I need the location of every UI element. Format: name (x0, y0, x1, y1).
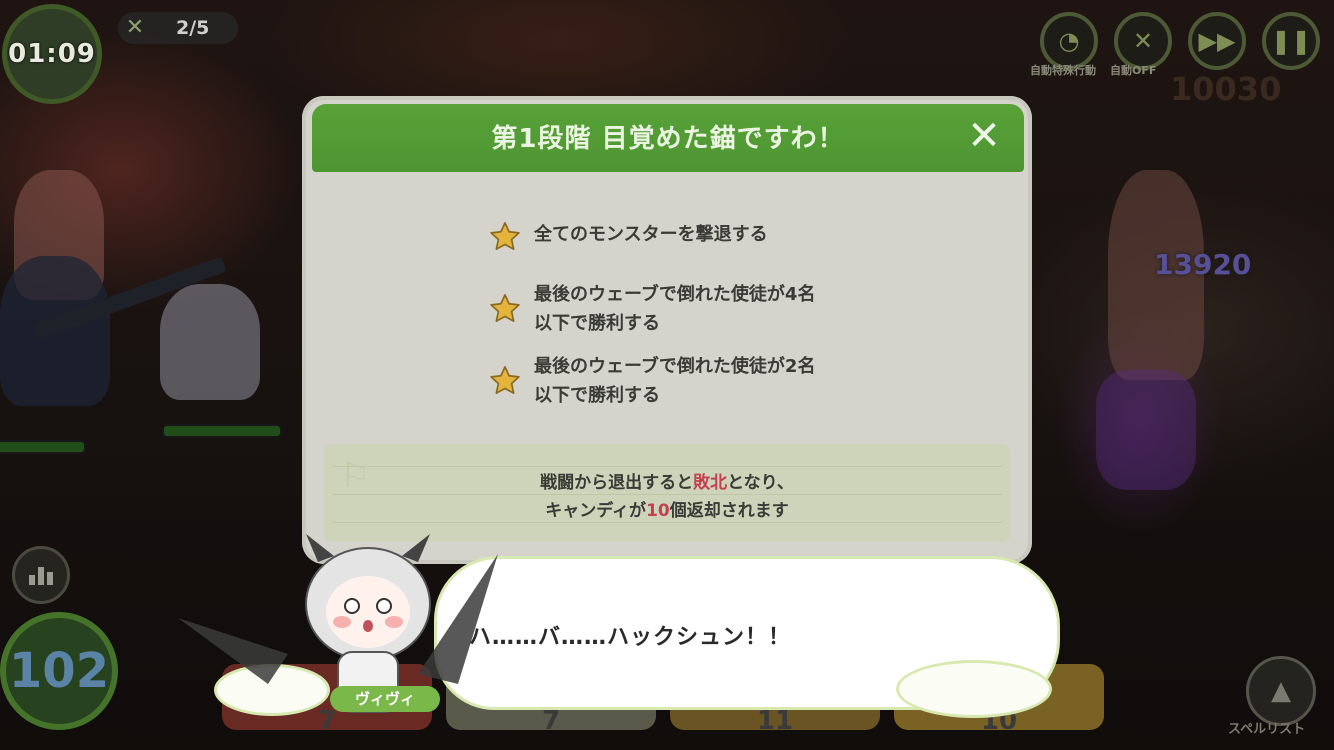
stopwatch-icon: ◔ (1058, 27, 1080, 55)
auto-toggle-label: 自動OFF (1110, 64, 1157, 77)
auto-special-label: 自動特殊行動 (1030, 64, 1096, 77)
mission-text: 最後のウェーブで倒れた使徒が4名 以下で勝利する (534, 284, 816, 334)
speed-button[interactable]: ▶▶ (1188, 12, 1246, 70)
retreat-notice: ⚐ 戦闘から退出すると敗北となり、 キャンディが10個返却されます (324, 444, 1010, 542)
mana-gauge: 102 (0, 612, 118, 730)
spell-list-button[interactable]: ▲ (1246, 656, 1316, 726)
swords-off-icon: ✕ (1132, 27, 1154, 55)
mission-dialog: 第1段階 目覚めた錨ですわ！ ✕ 全てのモンスターを撃退する 最後のウェーブで倒… (302, 96, 1032, 564)
witch-hat-icon: ▲ (1271, 676, 1291, 706)
wave-counter: ✕ 2/5 (118, 12, 238, 44)
notice-line-1: 戦闘から退出すると敗北となり、 (540, 473, 794, 493)
star-icon (490, 293, 520, 323)
dialog-title: 第1段階 目覚めた錨ですわ！ (491, 124, 845, 154)
fast-forward-icon: ▶▶ (1198, 27, 1236, 55)
pause-icon: ❚❚ (1270, 27, 1312, 55)
speech-text: ハ……バ……ハックシュン！！ (469, 625, 792, 650)
crossed-swords-icon: ✕ (125, 15, 145, 40)
stats-button[interactable] (12, 546, 70, 604)
pause-button[interactable]: ❚❚ (1262, 12, 1320, 70)
star-icon (490, 221, 520, 251)
mission-text: 最後のウェーブで倒れた使徒が2名 以下で勝利する (534, 356, 816, 406)
mission-item: 全てのモンスターを撃退する (488, 220, 768, 254)
dialog-header: 第1段階 目覚めた錨ですわ！ ✕ (312, 104, 1024, 172)
spell-list-label: スペルリスト (1228, 722, 1306, 737)
timer-text: 01:09 (8, 39, 96, 69)
speaker-name-tag: ヴィヴィ (330, 686, 440, 712)
cloud-decoration (896, 660, 1052, 718)
close-icon[interactable]: ✕ (962, 114, 1006, 158)
battle-timer: 01:09 (2, 4, 102, 104)
notice-line-2: キャンディが10個返却されます (545, 501, 789, 521)
wave-text: 2/5 (176, 17, 210, 39)
mana-value: 102 (8, 643, 110, 699)
star-icon (490, 365, 520, 395)
mission-item: 最後のウェーブで倒れた使徒が4名 以下で勝利する (488, 280, 815, 338)
bar-chart-icon (29, 575, 35, 585)
mission-item: 最後のウェーブで倒れた使徒が2名 以下で勝利する (488, 352, 815, 410)
mission-text: 全てのモンスターを撃退する (534, 224, 768, 245)
